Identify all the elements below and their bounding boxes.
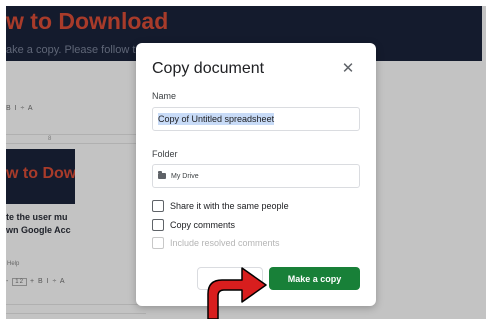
formatting-toolbar-bottom: - 12 + B I ÷ A: [6, 278, 66, 286]
name-input[interactable]: Copy of Untitled spreadsheet: [152, 107, 360, 131]
hero-title: w to Download: [6, 8, 169, 34]
toolbar-prefix: -: [6, 278, 10, 285]
share-checkbox-label: Share it with the same people: [170, 201, 289, 211]
make-a-copy-button[interactable]: Make a copy: [269, 267, 360, 290]
checkbox-icon: [152, 219, 164, 231]
share-checkbox[interactable]: Share it with the same people: [152, 200, 289, 212]
hero-subtitle: ake a copy. Please follow t: [6, 44, 136, 56]
ruler-bottom: [6, 304, 146, 314]
help-menu: Help: [7, 261, 20, 267]
side-text-line-1: te the user mu: [6, 212, 68, 222]
font-size-box: 12: [12, 278, 27, 286]
copy-comments-label: Copy comments: [170, 220, 236, 230]
name-input-value: Copy of Untitled spreadsheet: [158, 113, 275, 125]
checkbox-icon: [152, 237, 164, 249]
formatting-toolbar: B I ÷ A: [6, 105, 34, 112]
name-label: Name: [152, 91, 177, 101]
folder-value: My Drive: [171, 172, 199, 180]
folder-icon: [158, 171, 166, 179]
toolbar-suffix: + B I ÷ A: [29, 278, 66, 285]
checkbox-icon: [152, 200, 164, 212]
close-icon[interactable]: ✕: [340, 61, 356, 77]
ruler: 8: [6, 134, 146, 144]
include-resolved-checkbox: Include resolved comments: [152, 237, 280, 249]
side-text-line-2: wn Google Acc: [6, 225, 71, 235]
red-arrow-icon: [207, 267, 267, 319]
copy-comments-checkbox[interactable]: Copy comments: [152, 219, 235, 231]
include-resolved-label: Include resolved comments: [170, 238, 280, 248]
side-card-title: w to Downlo: [6, 165, 75, 182]
folder-label: Folder: [152, 149, 178, 159]
dialog-title: Copy document: [152, 60, 265, 77]
folder-picker[interactable]: My Drive: [152, 164, 360, 188]
side-card: w to Downlo: [6, 149, 75, 204]
